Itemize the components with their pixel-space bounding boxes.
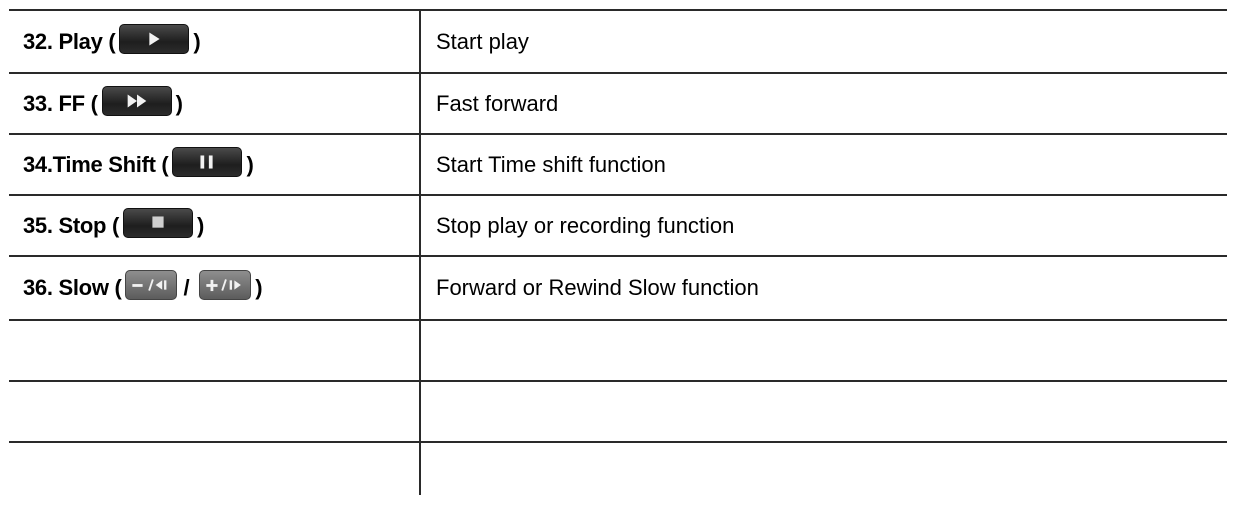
function-name: 34.Time Shift ( — [23, 151, 169, 177]
table-row — [9, 380, 1227, 441]
table-row: 34.Time Shift ( ) Start Time shift funct… — [9, 133, 1227, 194]
stop-icon — [123, 207, 194, 238]
function-name-close: ) — [197, 212, 205, 238]
table-row: 36. Slow ( / ) Forward or Rewind Slow fu… — [9, 255, 1227, 319]
function-name-cell: 35. Stop ( ) — [9, 196, 421, 255]
function-name-cell: 32. Play ( ) — [9, 11, 421, 72]
pause-icon — [172, 146, 243, 177]
play-icon — [119, 23, 190, 54]
function-name-close: ) — [175, 90, 183, 116]
function-name-cell: 34.Time Shift ( ) — [9, 135, 421, 194]
function-name: 36. Slow ( — [23, 275, 122, 300]
function-name-cell: 36. Slow ( / ) — [9, 257, 421, 319]
table-row — [9, 319, 1227, 380]
table-row: 35. Stop ( ) Stop play or recording func… — [9, 194, 1227, 255]
function-description: Forward or Rewind Slow function — [436, 275, 759, 300]
empty-cell — [9, 443, 421, 495]
function-description: Start Time shift function — [436, 151, 666, 177]
function-name-close: ) — [255, 275, 263, 300]
function-name: 35. Stop ( — [23, 212, 120, 238]
empty-cell — [421, 443, 1227, 495]
empty-cell — [9, 321, 421, 380]
function-name: 33. FF ( — [23, 90, 98, 116]
function-name-close: ) — [246, 151, 254, 177]
table-row: 32. Play ( ) Start play — [9, 9, 1227, 72]
empty-cell — [421, 321, 1227, 380]
function-description: Start play — [436, 28, 529, 54]
slow-rewind-icon — [125, 270, 178, 300]
table-row: 33. FF ( ) Fast forward — [9, 72, 1227, 133]
function-description: Stop play or recording function — [436, 212, 735, 238]
function-name-cell: 33. FF ( ) — [9, 74, 421, 133]
empty-cell — [421, 382, 1227, 441]
function-name: 32. Play ( — [23, 28, 116, 54]
table-row — [9, 441, 1227, 495]
function-name-close: ) — [193, 28, 201, 54]
fast-forward-icon — [101, 85, 172, 116]
empty-cell — [9, 382, 421, 441]
function-table: 32. Play ( ) Start play 33. FF ( ) Fast … — [9, 9, 1227, 495]
slash-separator: / — [183, 275, 190, 300]
slow-forward-icon — [199, 270, 252, 300]
function-description: Fast forward — [436, 90, 559, 116]
